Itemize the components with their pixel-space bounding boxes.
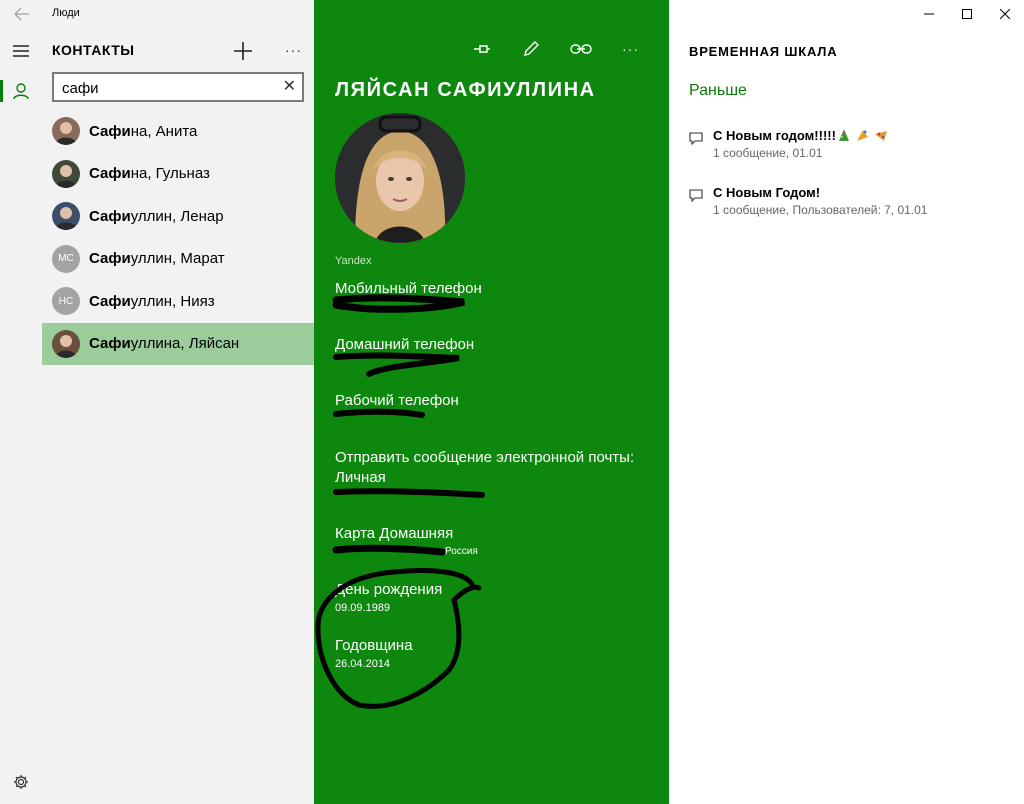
contact-name: ЛЯЙСАН САФИУЛЛИНА bbox=[335, 79, 596, 101]
pencil-icon[interactable] bbox=[522, 40, 540, 58]
search-match: Сафи bbox=[89, 335, 131, 353]
link-icon[interactable] bbox=[570, 43, 592, 55]
contact-name-rest: уллина, Ляйсан bbox=[130, 335, 240, 353]
detail-toolbar: ··· bbox=[472, 40, 639, 58]
contact-list-item[interactable]: Сафиуллин, Ленар bbox=[42, 195, 314, 238]
timeline-section-earlier: Раньше bbox=[689, 82, 747, 99]
timeline-pane: ВРЕМЕННАЯ ШКАЛА Раньше С Новым годом!!!!… bbox=[669, 0, 1024, 804]
chat-bubble-icon bbox=[689, 189, 703, 202]
avatar: МС bbox=[52, 244, 80, 273]
contact-photo-image bbox=[335, 113, 465, 243]
detail-more-button[interactable]: ··· bbox=[622, 41, 639, 57]
avatar bbox=[52, 202, 80, 231]
avatar-initials: МС bbox=[58, 253, 74, 265]
timeline-item-title-text: С Новым Годом! bbox=[713, 185, 821, 200]
pin-icon[interactable] bbox=[472, 42, 492, 56]
contact-name-rest: на, Гульназ bbox=[130, 165, 210, 183]
avatar bbox=[52, 159, 80, 188]
back-arrow-icon[interactable] bbox=[13, 6, 31, 22]
avatar: НС bbox=[52, 287, 80, 316]
app-nav-bar bbox=[0, 0, 42, 804]
selection-indicator bbox=[0, 80, 3, 102]
window-controls bbox=[910, 0, 1024, 28]
window-title: Люди bbox=[52, 7, 80, 19]
contact-field[interactable]: Домашний телефон bbox=[335, 335, 655, 357]
minimize-icon[interactable] bbox=[910, 0, 948, 28]
field-label: День рождения bbox=[335, 581, 443, 598]
search-match: Сафи bbox=[89, 250, 131, 268]
hamburger-icon[interactable] bbox=[13, 44, 29, 58]
search-input[interactable] bbox=[62, 78, 272, 98]
contact-name-rest: на, Анита bbox=[130, 122, 198, 140]
avatar bbox=[52, 329, 80, 358]
timeline-item-title-text: С Новым годом!!!!! bbox=[713, 128, 836, 143]
field-label: Рабочий телефон bbox=[335, 392, 459, 409]
contact-list-item[interactable]: Сафиуллина, Ляйсан bbox=[42, 322, 314, 365]
contact-field[interactable]: Рабочий телефон bbox=[335, 391, 655, 413]
contacts-header: КОНТАКТЫ bbox=[52, 42, 135, 58]
maximize-icon[interactable] bbox=[948, 0, 986, 28]
timeline-item-subtitle: 1 сообщение, Пользователей: 7, 01.01 bbox=[713, 203, 928, 217]
more-options-button[interactable]: ··· bbox=[285, 42, 302, 58]
contact-field[interactable]: День рождения 09.09.1989 bbox=[335, 580, 655, 614]
contact-name-label: Сафина, Анита bbox=[89, 123, 197, 140]
contact-name-label: Сафина, Гульназ bbox=[89, 165, 210, 182]
contact-name-label: Сафиуллин, Нияз bbox=[89, 293, 215, 310]
contact-name-rest: уллин, Нияз bbox=[130, 292, 215, 310]
plus-icon[interactable] bbox=[232, 40, 254, 62]
field-value: Россия bbox=[445, 546, 478, 557]
holiday-emoji-icons bbox=[836, 128, 889, 143]
search-match: Сафи bbox=[89, 122, 131, 140]
avatar bbox=[52, 117, 80, 146]
field-label: Годовщина bbox=[335, 637, 413, 654]
contact-detail-pane: ··· ЛЯЙСАН САФИУЛЛИНА Yandex Мобильный т… bbox=[314, 0, 669, 804]
close-icon[interactable] bbox=[986, 0, 1024, 28]
search-match: Сафи bbox=[89, 165, 131, 183]
timeline-header: ВРЕМЕННАЯ ШКАЛА bbox=[689, 44, 838, 59]
search-box: ✕ bbox=[52, 72, 304, 102]
field-value: 26.04.2014 bbox=[335, 658, 391, 670]
person-icon bbox=[13, 83, 29, 100]
field-label: Отправить сообщение электронной почты: Л… bbox=[335, 449, 635, 486]
avatar-initials: НС bbox=[58, 295, 74, 307]
contacts-list: Сафина, Анита Сафина, Гульназ Сафиуллин, Л… bbox=[42, 110, 314, 365]
clear-search-button[interactable]: ✕ bbox=[283, 79, 296, 95]
search-match: Сафи bbox=[89, 207, 131, 225]
contact-name-rest: уллин, Марат bbox=[130, 250, 225, 268]
contact-field[interactable]: Отправить сообщение электронной почты: Л… bbox=[335, 448, 655, 490]
contact-name-label: Сафиуллина, Ляйсан bbox=[89, 335, 239, 352]
timeline-item-title: С Новым Годом! bbox=[713, 185, 820, 200]
contact-list-item[interactable]: МС Сафиуллин, Марат bbox=[42, 238, 314, 281]
search-match: Сафи bbox=[89, 292, 131, 310]
contact-name-rest: уллин, Ленар bbox=[130, 207, 224, 225]
contact-photo bbox=[335, 113, 465, 243]
field-value: 09.09.1989 bbox=[335, 602, 391, 614]
nav-item-contacts[interactable] bbox=[0, 78, 42, 104]
account-source: Yandex bbox=[335, 255, 372, 267]
contact-list-item[interactable]: Сафина, Гульназ bbox=[42, 153, 314, 196]
contact-field[interactable]: Годовщина 26.04.2014 bbox=[335, 636, 655, 670]
contact-field[interactable]: Мобильный телефон bbox=[335, 279, 655, 301]
contact-name-label: Сафиуллин, Ленар bbox=[89, 208, 224, 225]
timeline-item-subtitle: 1 сообщение, 01.01 bbox=[713, 146, 823, 160]
contact-list-item[interactable]: Сафина, Анита bbox=[42, 110, 314, 153]
chat-bubble-icon bbox=[689, 132, 703, 145]
timeline-item-title: С Новым годом!!!!! bbox=[713, 128, 889, 143]
contact-field[interactable]: Карта Домашняя Россия bbox=[335, 524, 655, 557]
contacts-list-pane: КОНТАКТЫ ··· ✕ Сафина, АнитаСафина, Гуль… bbox=[42, 0, 314, 804]
gear-icon[interactable] bbox=[13, 774, 29, 790]
contact-list-item[interactable]: НС Сафиуллин, Нияз bbox=[42, 280, 314, 323]
field-label: Домашний телефон bbox=[335, 336, 475, 353]
contact-name-label: Сафиуллин, Марат bbox=[89, 250, 225, 267]
field-label: Карта Домашняя bbox=[335, 525, 454, 542]
field-label: Мобильный телефон bbox=[335, 280, 482, 297]
